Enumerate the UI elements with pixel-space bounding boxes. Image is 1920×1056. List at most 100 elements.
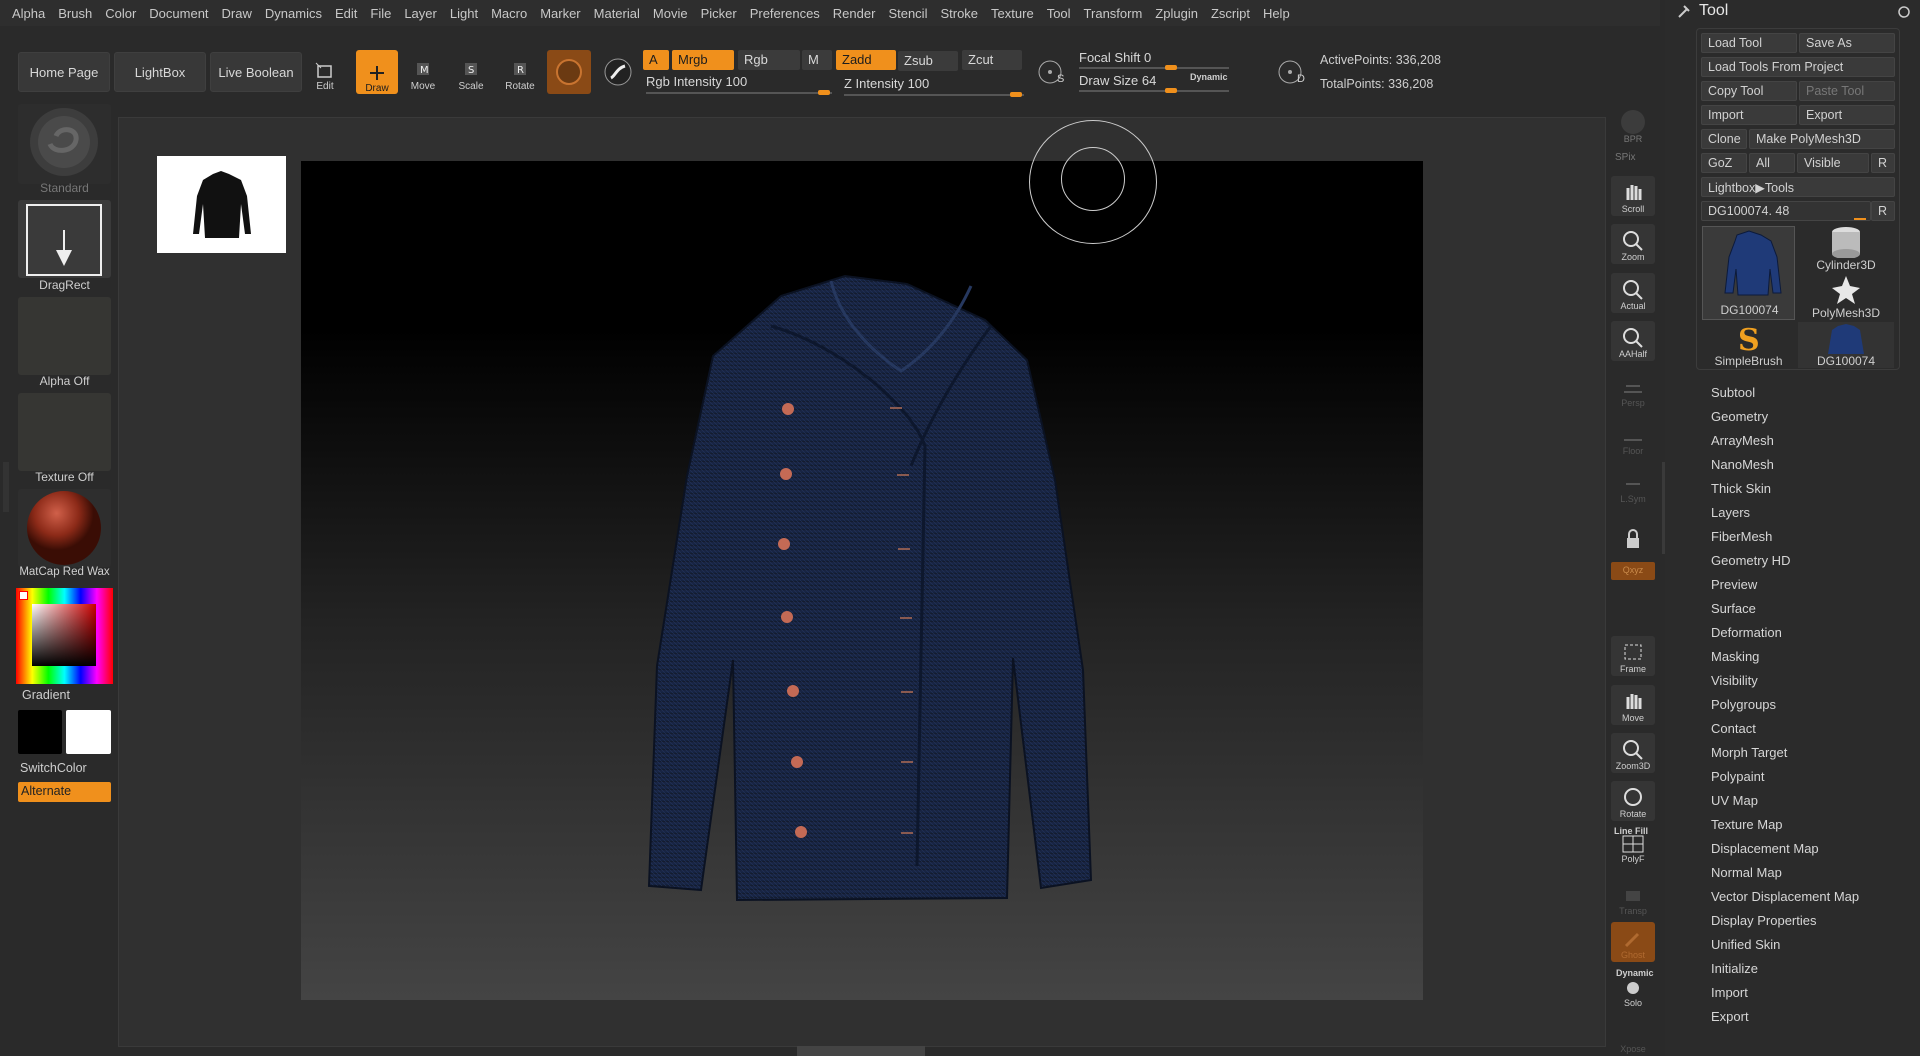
jacket-model[interactable] [301, 161, 1423, 1000]
bpr-button[interactable]: BPR [1611, 106, 1655, 146]
move-mode-button[interactable]: M Move [404, 52, 442, 92]
dynamic-toggle[interactable]: Dynamic [1190, 72, 1228, 82]
save-as-button[interactable]: Save As [1799, 33, 1895, 53]
subpalette-initialize[interactable]: Initialize [1711, 961, 1758, 976]
menu-document[interactable]: Document [149, 6, 208, 21]
tool-thumb-cylinder3d[interactable]: Cylinder3D [1798, 226, 1894, 272]
lazy-mouse-d-button[interactable]: D [1272, 52, 1312, 92]
subpalette-thick-skin[interactable]: Thick Skin [1711, 481, 1771, 496]
rotate-mode-button[interactable]: R Rotate [501, 52, 539, 92]
import-button[interactable]: Import [1701, 105, 1797, 125]
material-thumbnail[interactable] [18, 489, 111, 567]
live-boolean-button[interactable]: Live Boolean [210, 52, 302, 92]
menu-zplugin[interactable]: Zplugin [1155, 6, 1198, 21]
subpalette-fibermesh[interactable]: FiberMesh [1711, 529, 1772, 544]
subpalette-preview[interactable]: Preview [1711, 577, 1757, 592]
alternate-toggle[interactable]: Alternate [18, 782, 111, 802]
actual-button[interactable]: Actual [1611, 273, 1655, 313]
menu-dynamics[interactable]: Dynamics [265, 6, 322, 21]
stroke-thumbnail[interactable] [18, 200, 111, 278]
subpalette-polygroups[interactable]: Polygroups [1711, 697, 1776, 712]
floor-button[interactable]: Floor [1611, 418, 1655, 458]
subpalette-arraymesh[interactable]: ArrayMesh [1711, 433, 1774, 448]
menu-tool[interactable]: Tool [1047, 6, 1071, 21]
rotate-view-button[interactable]: Rotate [1611, 781, 1655, 821]
zoom-button[interactable]: Zoom [1611, 224, 1655, 264]
menu-macro[interactable]: Macro [491, 6, 527, 21]
load-tools-from-project-button[interactable]: Load Tools From Project [1701, 57, 1895, 77]
copy-tool-button[interactable]: Copy Tool [1701, 81, 1797, 101]
subpalette-contact[interactable]: Contact [1711, 721, 1756, 736]
focal-shift-slider[interactable]: Focal Shift 0 [1079, 50, 1229, 72]
subpalette-deformation[interactable]: Deformation [1711, 625, 1782, 640]
subpalette-geometry[interactable]: Geometry [1711, 409, 1768, 424]
tool-palette-header[interactable]: Tool [1675, 2, 1728, 20]
subpalette-polypaint[interactable]: Polypaint [1711, 769, 1764, 784]
z-intensity-knob[interactable] [1010, 92, 1022, 97]
color-picker[interactable] [16, 588, 113, 684]
gradient-label[interactable]: Gradient [22, 688, 70, 702]
switchcolor-button[interactable]: SwitchColor [20, 761, 87, 775]
transp-button[interactable]: Transp [1611, 878, 1655, 918]
palette-popout-icon[interactable] [1897, 5, 1911, 19]
rgb-intensity-slider[interactable]: Rgb Intensity 100 [646, 74, 832, 96]
load-tool-button[interactable]: Load Tool [1701, 33, 1797, 53]
rgb-intensity-knob[interactable] [818, 90, 830, 95]
subpalette-export[interactable]: Export [1711, 1009, 1749, 1024]
home-page-button[interactable]: Home Page [18, 52, 110, 92]
subpalette-visibility[interactable]: Visibility [1711, 673, 1758, 688]
subpalette-unified-skin[interactable]: Unified Skin [1711, 937, 1780, 952]
texture-thumbnail[interactable] [18, 393, 111, 471]
menu-transform[interactable]: Transform [1084, 6, 1143, 21]
spix-slider[interactable]: SPix [1615, 152, 1636, 163]
goz-button[interactable]: GoZ [1701, 153, 1747, 173]
subpalette-normal-map[interactable]: Normal Map [1711, 865, 1782, 880]
menu-marker[interactable]: Marker [540, 6, 580, 21]
subpalette-subtool[interactable]: Subtool [1711, 385, 1755, 400]
subpalette-uv-map[interactable]: UV Map [1711, 793, 1758, 808]
tool-thumb-dg100074-small[interactable]: DG100074 [1798, 322, 1894, 368]
z-intensity-slider[interactable]: Z Intensity 100 [844, 76, 1024, 98]
menu-help[interactable]: Help [1263, 6, 1290, 21]
secondary-color-swatch[interactable] [18, 710, 62, 754]
menu-stroke[interactable]: Stroke [940, 6, 978, 21]
menu-brush[interactable]: Brush [58, 6, 92, 21]
clone-button[interactable]: Clone [1701, 129, 1747, 149]
menu-preferences[interactable]: Preferences [750, 6, 820, 21]
goz-all-button[interactable]: All [1749, 153, 1795, 173]
tool-thumb-dg100074[interactable]: DG100074 [1702, 226, 1795, 320]
left-tray-handle[interactable] [3, 462, 9, 512]
bottom-tray-handle[interactable] [797, 1046, 925, 1056]
document-canvas[interactable] [301, 161, 1423, 1000]
mrgb-toggle[interactable]: Mrgb [672, 50, 734, 70]
stroke-type-button[interactable] [600, 52, 636, 92]
scroll-button[interactable]: Scroll [1611, 176, 1655, 216]
color-sv-square[interactable] [32, 604, 96, 666]
edit-mode-button[interactable]: Edit [306, 52, 344, 92]
export-button[interactable]: Export [1799, 105, 1895, 125]
alpha-thumbnail[interactable] [18, 297, 111, 375]
menu-render[interactable]: Render [833, 6, 876, 21]
goz-visible-button[interactable]: Visible [1797, 153, 1869, 173]
lightbox-button[interactable]: LightBox [114, 52, 206, 92]
lazy-mouse-s-button[interactable]: S [1032, 52, 1072, 92]
menu-color[interactable]: Color [105, 6, 136, 21]
brush-thumbnail[interactable] [18, 104, 111, 184]
subpalette-texture-map[interactable]: Texture Map [1711, 817, 1783, 832]
a-toggle[interactable]: A [643, 50, 669, 70]
menu-light[interactable]: Light [450, 6, 478, 21]
paste-tool-button[interactable]: Paste Tool [1799, 81, 1895, 101]
current-tool-slider[interactable]: DG100074. 48 [1701, 201, 1871, 221]
menu-edit[interactable]: Edit [335, 6, 357, 21]
qxyz-toggle[interactable]: Qxyz [1611, 562, 1655, 580]
rgb-toggle[interactable]: Rgb [738, 50, 800, 70]
menu-layer[interactable]: Layer [404, 6, 437, 21]
lightbox-tools-button[interactable]: Lightbox▶Tools [1701, 177, 1895, 197]
menu-draw[interactable]: Draw [222, 6, 252, 21]
tool-thumb-polymesh3d[interactable]: PolyMesh3D [1798, 274, 1894, 320]
focal-shift-knob[interactable] [1165, 65, 1177, 70]
menu-picker[interactable]: Picker [701, 6, 737, 21]
aahalf-button[interactable]: AAHalf [1611, 321, 1655, 361]
menu-texture[interactable]: Texture [991, 6, 1034, 21]
lsym-button[interactable]: L.Sym [1611, 466, 1655, 506]
